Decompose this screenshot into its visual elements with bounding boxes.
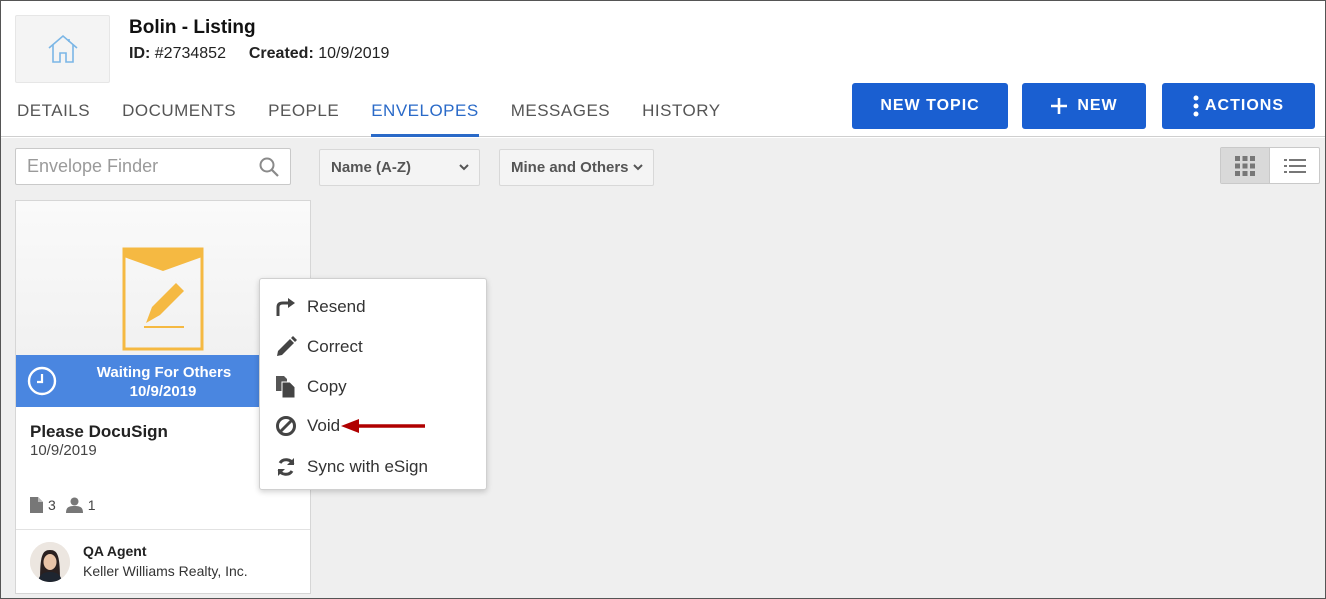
app-frame: Bolin - Listing ID: #2734852 Created: 10… [0, 0, 1326, 599]
annotation-arrow-icon [341, 419, 425, 433]
resend-icon [276, 298, 295, 316]
avatar [30, 542, 70, 582]
pencil-icon [277, 336, 297, 356]
actions-button[interactable]: ACTIONS [1162, 83, 1315, 129]
envelope-sign-icon [122, 247, 204, 351]
envelope-name: Please DocuSign [30, 422, 168, 441]
document-icon [30, 497, 43, 513]
new-topic-button[interactable]: NEW TOPIC [852, 83, 1008, 129]
search-icon[interactable] [258, 156, 280, 178]
void-icon [276, 416, 296, 436]
listing-thumbnail [15, 15, 110, 83]
menu-item-sync-with-esign[interactable]: Sync with eSign [260, 449, 486, 483]
created-label: Created: [248, 45, 314, 62]
tab-details[interactable]: DETAILS [1, 97, 106, 137]
envelopes-panel: Name (A-Z) Mine and Others [1, 138, 1325, 598]
listing-title: Bolin - Listing [129, 17, 256, 38]
actions-label: ACTIONS [1205, 97, 1284, 114]
id-value: #2734852 [154, 45, 226, 62]
envelope-date: 10/9/2019 [30, 442, 97, 459]
menu-item-label: Correct [307, 337, 363, 356]
menu-item-label: Resend [307, 297, 366, 316]
envelope-finder-input[interactable] [16, 149, 246, 184]
tab-documents[interactable]: DOCUMENTS [106, 97, 252, 137]
sort-select[interactable]: Name (A-Z) [319, 149, 480, 186]
tab-messages[interactable]: MESSAGES [495, 97, 626, 137]
listing-meta: ID: #2734852 Created: 10/9/2019 [129, 45, 389, 63]
sync-icon [277, 458, 295, 476]
menu-item-resend[interactable]: Resend [260, 289, 486, 323]
listing-header: Bolin - Listing ID: #2734852 Created: 10… [1, 1, 1325, 137]
kebab-icon [1193, 95, 1199, 117]
envelope-owner: QA Agent Keller Williams Realty, Inc. [16, 529, 310, 593]
id-label: ID: [129, 45, 151, 62]
owner-filter-value: Mine and Others [511, 159, 629, 176]
menu-item-correct[interactable]: Correct [260, 329, 486, 363]
envelope-context-menu: Resend Correct Copy Void Sync with eSign [259, 278, 487, 490]
document-count-value: 3 [48, 497, 56, 513]
menu-item-label: Void [307, 416, 341, 435]
agent-company: Keller Williams Realty, Inc. [83, 563, 248, 579]
new-label: NEW [1077, 97, 1118, 114]
chevron-down-icon [459, 164, 469, 171]
plus-icon [1051, 98, 1068, 114]
people-count-value: 1 [87, 497, 96, 513]
list-view-button[interactable] [1270, 148, 1319, 183]
new-topic-label: NEW TOPIC [880, 97, 980, 114]
list-icon [1283, 158, 1306, 173]
copy-icon [276, 376, 296, 398]
agent-name: QA Agent [83, 543, 147, 559]
tab-envelopes[interactable]: ENVELOPES [371, 97, 479, 137]
tab-history[interactable]: HISTORY [626, 97, 736, 137]
chevron-down-icon [633, 164, 643, 171]
menu-item-copy[interactable]: Copy [260, 369, 486, 403]
owner-filter-select[interactable]: Mine and Others [499, 149, 654, 186]
house-icon [47, 34, 78, 63]
envelope-finder [15, 148, 291, 185]
created-value: 10/9/2019 [318, 45, 390, 62]
view-toggle [1220, 147, 1320, 184]
grid-icon [1235, 155, 1255, 176]
menu-item-label: Copy [307, 377, 347, 396]
sort-select-value: Name (A-Z) [331, 159, 412, 176]
tab-people[interactable]: PEOPLE [252, 97, 355, 137]
envelope-counts: 3 1 [30, 497, 106, 513]
listing-tabs: DETAILS DOCUMENTS PEOPLE ENVELOPES MESSA… [1, 97, 737, 137]
new-button[interactable]: NEW [1022, 83, 1146, 129]
menu-item-label: Sync with eSign [307, 457, 428, 476]
people-count: 1 [65, 497, 96, 513]
person-icon [65, 497, 83, 513]
grid-view-button[interactable] [1221, 148, 1271, 183]
document-count: 3 [30, 497, 56, 513]
